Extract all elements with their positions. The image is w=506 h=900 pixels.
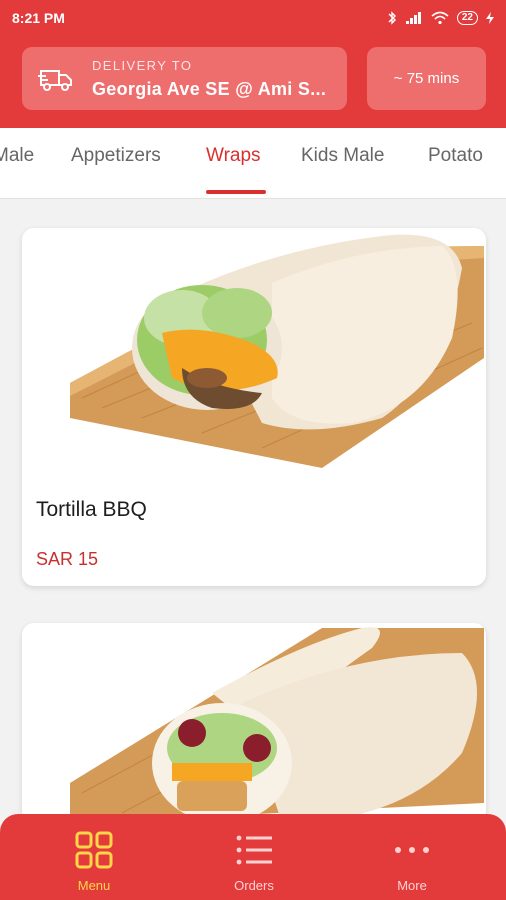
product-name: Tortilla BBQ	[36, 498, 147, 521]
eta-label: ~ 75 mins	[393, 70, 460, 87]
list-icon	[236, 835, 272, 865]
tab-wraps[interactable]: Wraps	[206, 145, 261, 167]
delivery-text: DELIVERY TO Georgia Ave SE @ Ami S...	[92, 58, 332, 100]
tab-appetizers[interactable]: Appetizers	[71, 145, 161, 167]
bottom-navigation: Menu Orders More	[0, 814, 506, 900]
nav-menu-label: Menu	[77, 878, 111, 893]
more-dots-icon	[395, 847, 429, 853]
tab-kids-male[interactable]: Kids Male	[301, 145, 384, 167]
status-time: 8:21 PM	[12, 10, 65, 26]
signal-icon	[405, 12, 421, 24]
nav-orders[interactable]: Orders	[194, 814, 314, 900]
tabs-divider	[0, 198, 506, 199]
product-image-wrap	[70, 234, 484, 468]
charging-icon	[486, 12, 494, 24]
delivery-address: Georgia Ave SE @ Ami S...	[92, 78, 327, 99]
product-image-wrap	[70, 627, 484, 823]
tab-male[interactable]: Male	[0, 145, 34, 167]
wifi-icon	[431, 11, 449, 25]
status-icons: 22	[387, 11, 494, 25]
bluetooth-icon	[388, 11, 396, 25]
nav-orders-label: Orders	[234, 878, 274, 893]
battery-indicator: 22	[456, 11, 478, 25]
nav-more[interactable]: More	[352, 814, 472, 900]
tab-potato[interactable]: Potato	[428, 145, 483, 167]
delivery-label: DELIVERY TO	[92, 57, 193, 73]
eta-button[interactable]: ~ 75 mins	[367, 47, 486, 110]
delivery-location-button[interactable]: DELIVERY TO Georgia Ave SE @ Ami S...	[22, 47, 347, 110]
product-card[interactable]	[22, 623, 486, 823]
product-price: SAR 15	[36, 549, 99, 569]
status-bar: 8:21 PM 22	[0, 0, 506, 36]
delivery-truck-icon	[38, 69, 72, 91]
grid-icon	[75, 831, 113, 869]
nav-more-label: More	[397, 878, 427, 893]
app-header: DELIVERY TO Georgia Ave SE @ Ami S... ~ …	[0, 36, 506, 128]
nav-menu[interactable]: Menu	[34, 814, 154, 900]
product-card[interactable]: Tortilla BBQ SAR 15	[22, 228, 486, 586]
category-tabs: Male Appetizers Wraps Kids Male Potato	[0, 128, 506, 198]
active-tab-indicator	[206, 190, 266, 194]
